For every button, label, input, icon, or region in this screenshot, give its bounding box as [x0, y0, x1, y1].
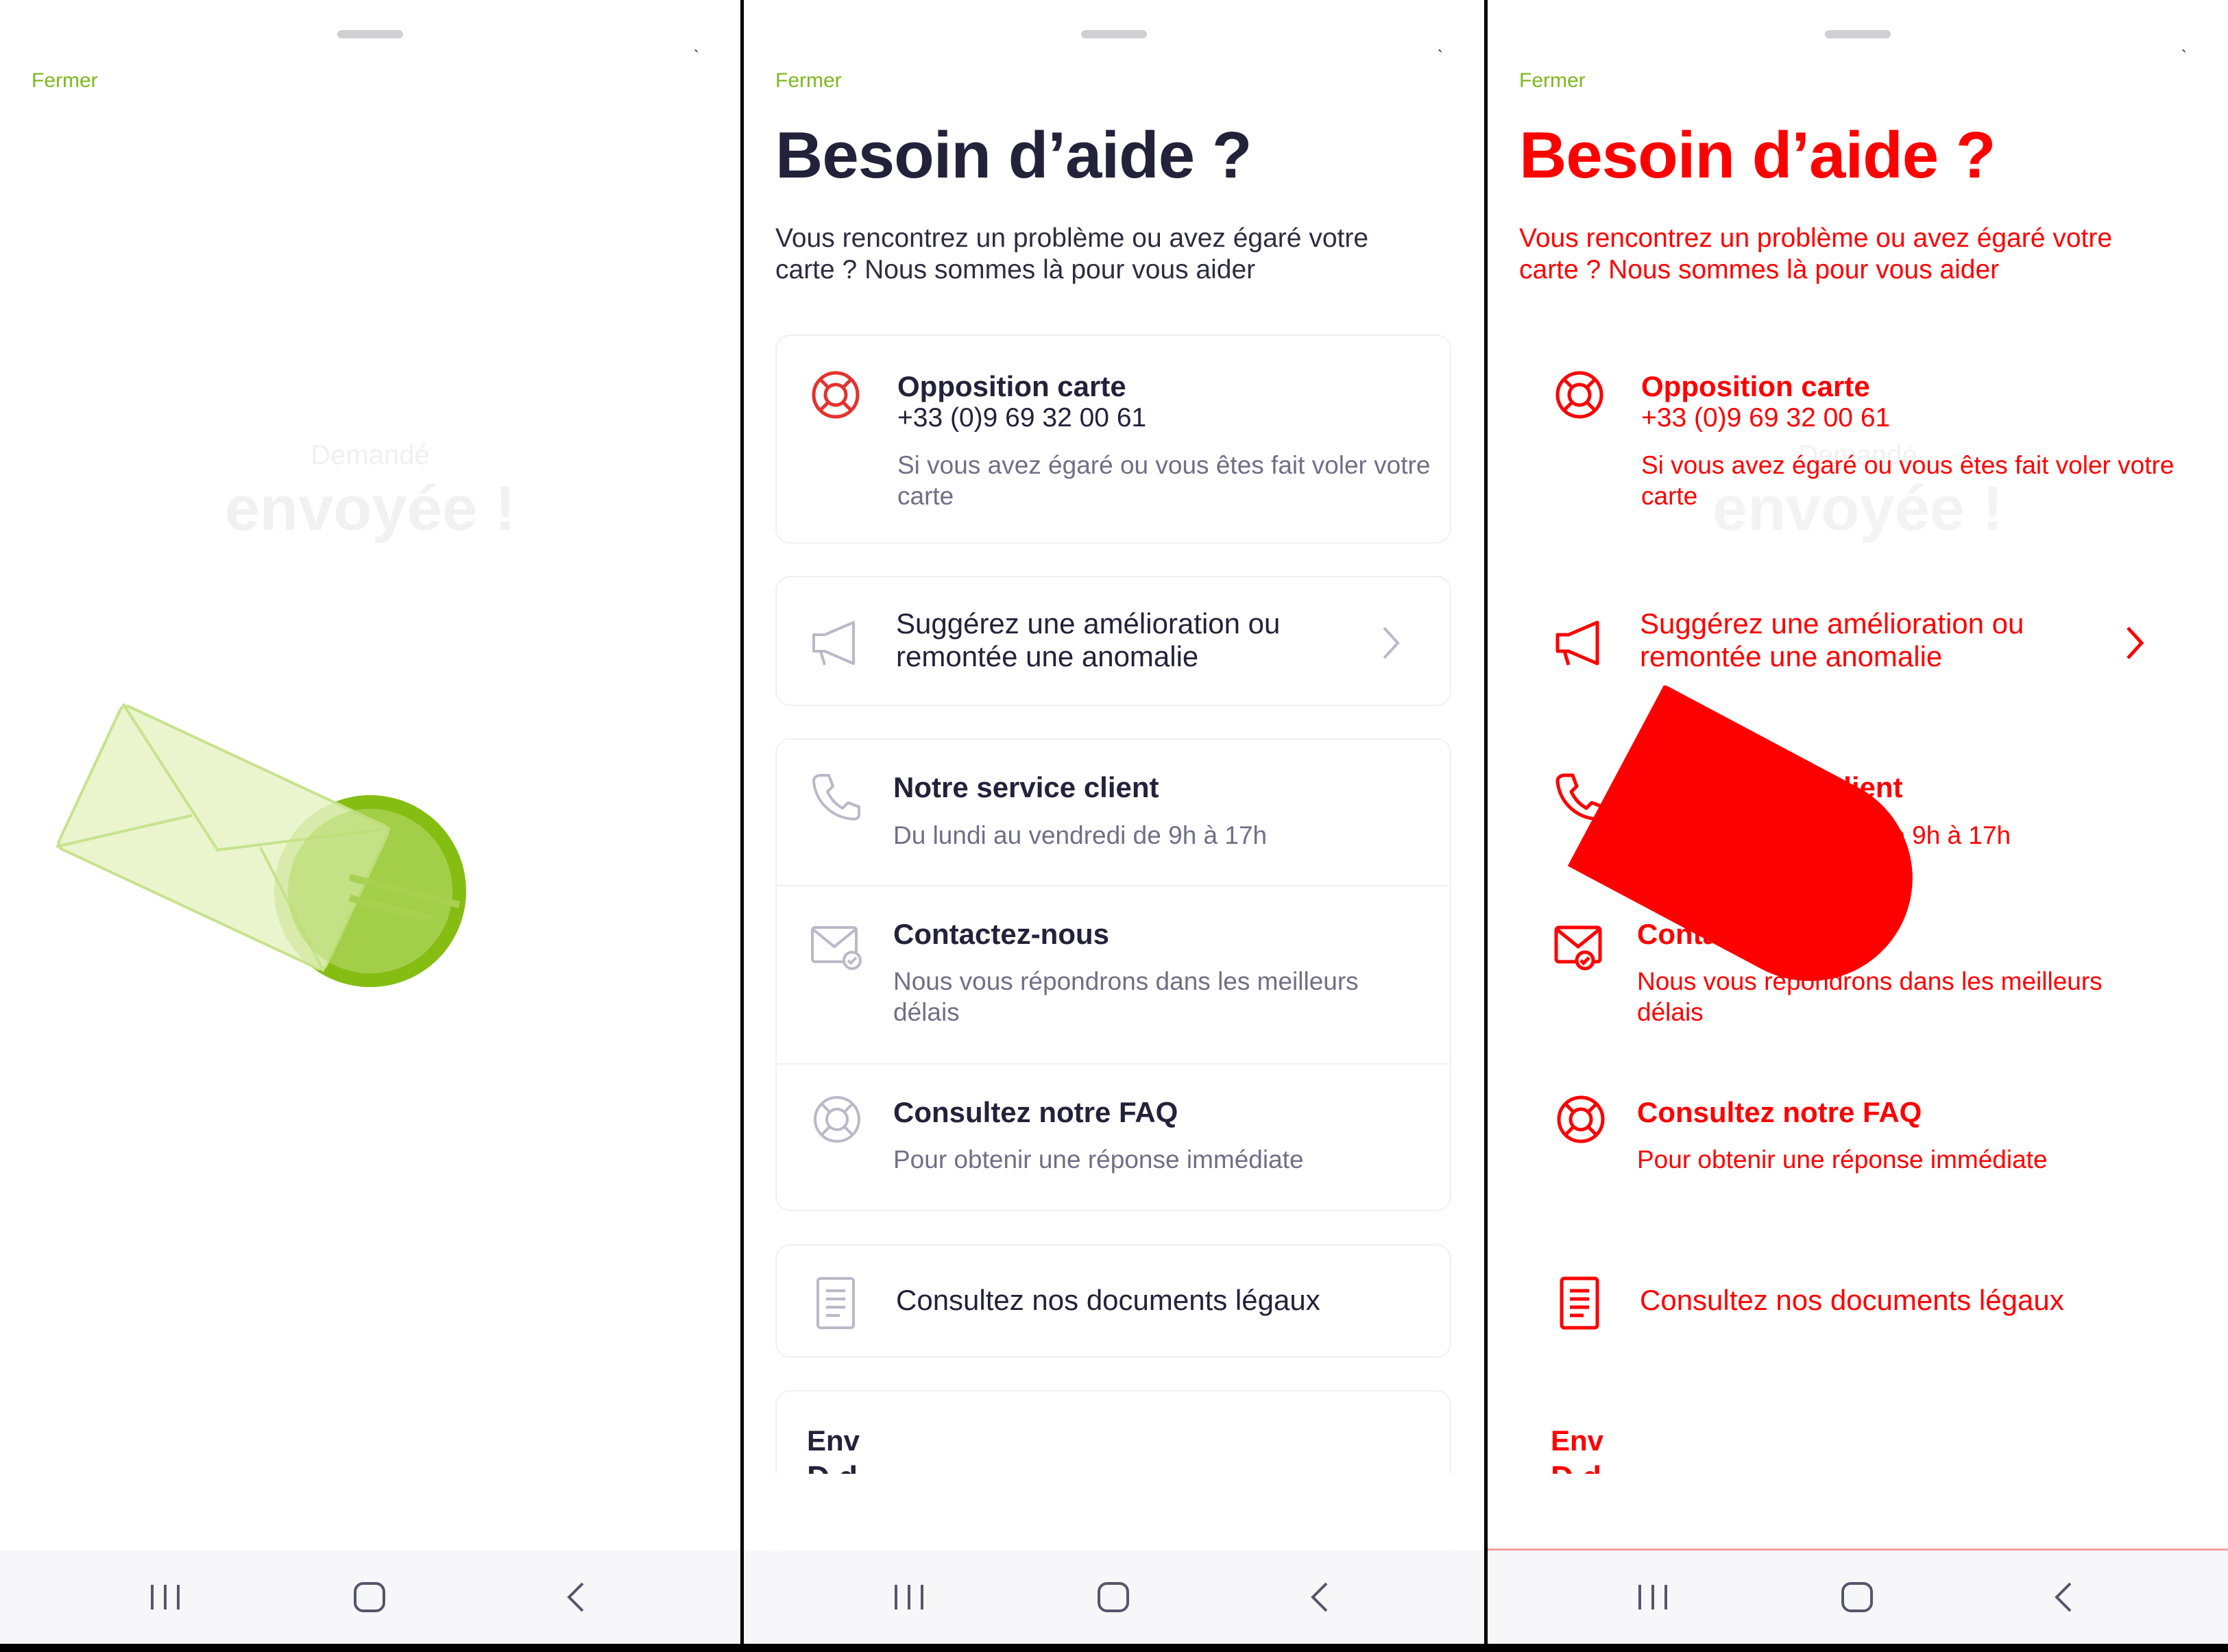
recent-apps-icon — [1638, 1585, 1667, 1610]
opposition-title: Opposition carte — [897, 370, 1126, 402]
faq-row[interactable]: Consultez notre FAQ Pour obtenir une rép… — [1521, 1065, 2194, 1211]
opposition-desc: Si vous avez égaré ou vous êtes fait vol… — [897, 451, 1431, 510]
recent-apps-button[interactable] — [867, 1551, 949, 1644]
legal-label: Consultez nos documents légaux — [1640, 1284, 2064, 1316]
home-icon — [1841, 1582, 1873, 1612]
sheet-handle[interactable] — [337, 30, 403, 38]
lifebuoy-icon — [812, 371, 860, 419]
back-icon — [1311, 1582, 1328, 1612]
opposition-phone[interactable]: +33 (0)9 69 32 00 61 — [897, 402, 1146, 434]
suggest-card[interactable]: Suggérez une amélioration ou remontée un… — [775, 576, 1451, 706]
status-mark: ˏ — [2181, 33, 2187, 53]
recent-apps-button[interactable] — [123, 1551, 206, 1644]
megaphone-icon — [1555, 620, 1599, 666]
panel-help-overlay: ˏ Fermer Demandé envoyée ! Besoin d’aide… — [1488, 0, 2228, 1644]
partial-title: Env — [807, 1424, 860, 1457]
recent-apps-icon — [895, 1585, 923, 1610]
legal-card[interactable]: Consultez nos documents légaux — [1519, 1244, 2195, 1358]
document-icon — [1560, 1276, 1599, 1330]
contact-desc: Nous vous répondrons dans les meilleurs … — [893, 967, 1359, 1026]
close-link[interactable]: Fermer — [32, 69, 98, 93]
recent-apps-icon — [151, 1585, 180, 1610]
lifebuoy-icon — [814, 1096, 860, 1143]
page-title: Besoin d’aide ? — [775, 119, 1252, 192]
scroll-clip — [1488, 1474, 2228, 1549]
scroll-clip — [744, 1474, 1484, 1549]
opposition-card[interactable]: Opposition carte +33 (0)9 69 32 00 61 Si… — [775, 335, 1451, 544]
page-subtitle: Vous rencontrez un problème ou avez égar… — [1519, 223, 2113, 284]
support-card: Notre service client Du lundi au vendred… — [775, 738, 1451, 1211]
home-button[interactable] — [328, 1551, 410, 1644]
document-icon — [816, 1277, 855, 1329]
home-icon — [1098, 1582, 1129, 1612]
home-button[interactable] — [1071, 1551, 1154, 1644]
lifebuoy-icon — [1557, 1095, 1605, 1143]
back-icon — [2055, 1582, 2072, 1612]
close-link[interactable]: Fermer — [775, 69, 842, 93]
panel-request-sent: ˏ Fermer Demandé envoyée ! — [0, 0, 740, 1644]
opposition-card[interactable]: Opposition carte +33 (0)9 69 32 00 61 Si… — [1519, 335, 2195, 544]
sent-caption: Demandé — [311, 440, 430, 470]
envelope-sent-illustration — [56, 703, 466, 987]
partial-title: Env — [1551, 1424, 1604, 1457]
legal-label: Consultez nos documents légaux — [896, 1284, 1320, 1316]
chevron-right-icon — [1383, 627, 1400, 659]
service-row[interactable]: Notre service client Du lundi au vendred… — [777, 740, 1450, 885]
back-icon — [567, 1582, 584, 1612]
back-button[interactable] — [2022, 1551, 2105, 1644]
faq-desc: Pour obtenir une réponse immédiate — [893, 1145, 1304, 1174]
faq-title: Consultez notre FAQ — [893, 1096, 1178, 1128]
faq-desc: Pour obtenir une réponse immédiate — [1637, 1145, 2048, 1174]
home-button[interactable] — [1815, 1551, 1898, 1644]
suggest-label: Suggérez une amélioration ou remontée un… — [896, 607, 1281, 672]
system-nav-bar — [1488, 1551, 2228, 1644]
phone-icon — [812, 774, 860, 821]
status-mark: ˏ — [1437, 33, 1443, 53]
system-nav-bar — [744, 1551, 1484, 1644]
opposition-phone[interactable]: +33 (0)9 69 32 00 61 — [1641, 402, 1890, 434]
legal-card[interactable]: Consultez nos documents légaux — [775, 1244, 1451, 1358]
contact-title: Contactez-nous — [893, 918, 1109, 950]
recent-apps-button[interactable] — [1611, 1551, 1693, 1644]
opposition-desc: Si vous avez égaré ou vous êtes fait vol… — [1641, 451, 2175, 510]
panel-help: ˏ Fermer Besoin d’aide ? Vous rencontrez… — [744, 0, 1484, 1644]
page-subtitle: Vous rencontrez un problème ou avez égar… — [775, 223, 1369, 284]
home-icon — [354, 1582, 385, 1612]
service-title: Notre service client — [893, 771, 1159, 803]
lifebuoy-icon — [1555, 371, 1603, 419]
service-desc: Du lundi au vendredi de 9h à 17h — [893, 821, 1268, 849]
opposition-title: Opposition carte — [1641, 370, 1870, 402]
page-title: Besoin d’aide ? — [1519, 119, 1996, 192]
sheet-handle[interactable] — [1081, 30, 1147, 38]
contact-row[interactable]: Contactez-nous Nous vous répondrons dans… — [777, 886, 1450, 1063]
mail-check-icon — [811, 926, 862, 970]
megaphone-icon — [812, 621, 855, 666]
faq-row[interactable]: Consultez notre FAQ Pour obtenir une rép… — [777, 1065, 1450, 1211]
faq-title: Consultez notre FAQ — [1637, 1096, 1922, 1128]
sheet-handle[interactable] — [1825, 30, 1891, 38]
back-button[interactable] — [535, 1551, 617, 1644]
status-mark: ˏ — [693, 33, 699, 53]
close-link[interactable]: Fermer — [1519, 69, 1586, 93]
sent-title: envoyée ! — [224, 474, 516, 544]
chevron-right-icon — [2127, 627, 2144, 659]
system-nav-bar — [0, 1551, 740, 1644]
screenshot-stage: ˏ Fermer Demandé envoyée ! ˏ Fermer Beso… — [0, 0, 2228, 1652]
envelope-diff-blob — [1567, 685, 1913, 982]
back-button[interactable] — [1279, 1551, 1361, 1644]
suggest-label: Suggérez une amélioration ou remontée un… — [1640, 607, 2024, 672]
